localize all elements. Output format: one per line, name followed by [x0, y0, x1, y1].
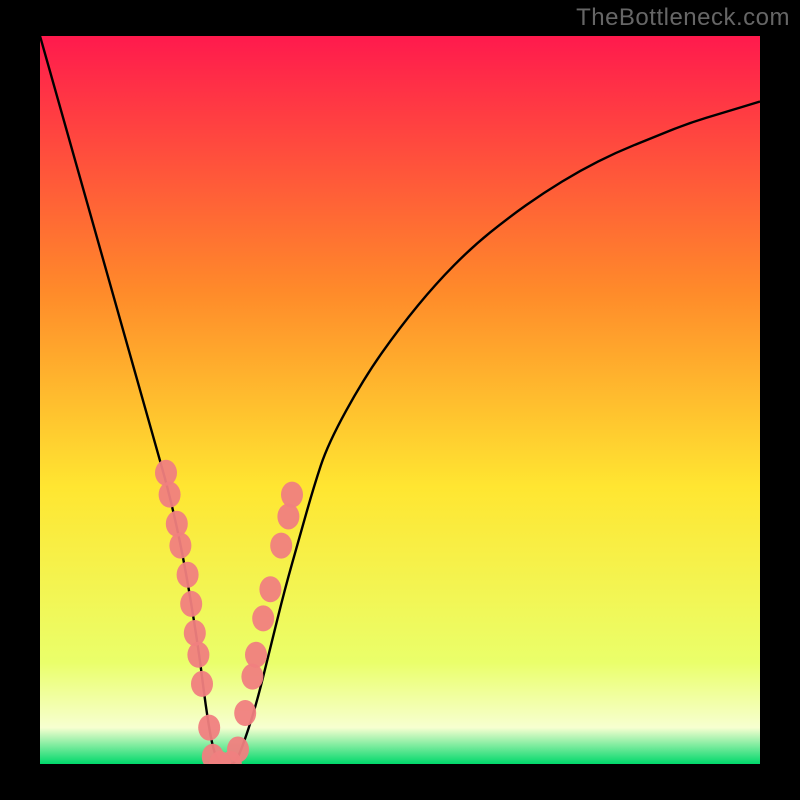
marker-point	[180, 591, 202, 617]
marker-point	[198, 715, 220, 741]
marker-point	[187, 642, 209, 668]
marker-point	[155, 460, 177, 486]
marker-point	[169, 533, 191, 559]
watermark-label: TheBottleneck.com	[576, 4, 790, 32]
marker-point	[245, 642, 267, 668]
gradient-background	[40, 36, 760, 764]
chart-frame: TheBottleneck.com	[0, 0, 800, 800]
marker-point	[281, 482, 303, 508]
plot-area	[40, 36, 760, 764]
marker-point	[277, 503, 299, 529]
marker-point	[270, 533, 292, 559]
marker-point	[259, 576, 281, 602]
marker-point	[184, 620, 206, 646]
marker-point	[166, 511, 188, 537]
marker-point	[177, 562, 199, 588]
marker-point	[191, 671, 213, 697]
marker-point	[159, 482, 181, 508]
chart-svg	[40, 36, 760, 764]
marker-point	[241, 664, 263, 690]
marker-point	[252, 605, 274, 631]
marker-point	[234, 700, 256, 726]
marker-point	[227, 736, 249, 762]
